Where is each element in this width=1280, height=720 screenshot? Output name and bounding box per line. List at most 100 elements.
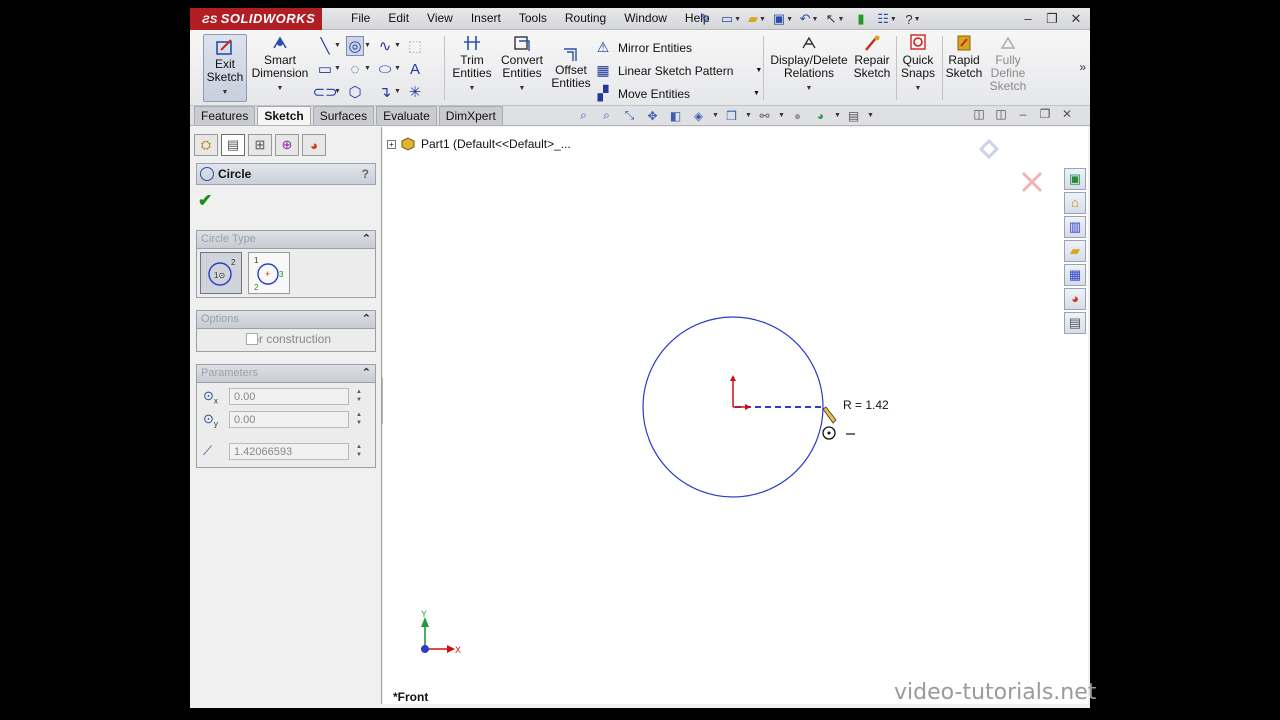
view-settings-icon[interactable]: ▤ xyxy=(844,107,863,124)
for-construction-checkbox[interactable]: For construction xyxy=(197,329,375,349)
center-circle-button[interactable]: 1⊙ 2 xyxy=(200,252,242,294)
close-icon[interactable]: ✕ xyxy=(1066,11,1086,27)
configuration-manager-tab-icon[interactable]: ⊞ xyxy=(248,134,272,156)
chevron-down-icon[interactable]: ▼ xyxy=(712,112,719,119)
hide-show-items-icon[interactable]: ⚯ xyxy=(755,107,774,124)
checkbox-box[interactable] xyxy=(246,333,258,345)
design-library-icon[interactable]: ▥ xyxy=(1064,216,1086,238)
select-arrow-icon[interactable]: ↖ ▼ xyxy=(824,10,846,28)
line-icon[interactable]: ╲ xyxy=(316,36,334,56)
undo-icon[interactable]: ↶ ▼ xyxy=(798,10,820,28)
custom-properties-icon[interactable]: ▤ xyxy=(1064,312,1086,334)
move-entities-button[interactable]: ▞ Move Entities ▼ xyxy=(594,82,762,105)
circle-tool-icon[interactable]: ◎ xyxy=(346,36,364,56)
open-folder-icon[interactable]: ▰ ▼ xyxy=(746,10,768,28)
appearances-icon[interactable]: ◕ xyxy=(1064,288,1086,310)
view-palette-icon[interactable]: ▦ xyxy=(1064,264,1086,286)
graphics-area[interactable]: + Part1 (Default<<Default>_... R = 1.42 xyxy=(383,127,1088,704)
solidworks-resources-icon[interactable]: ▣ xyxy=(1064,168,1086,190)
apply-scene-icon[interactable]: ◕ xyxy=(811,107,830,124)
smart-dimension-button[interactable]: Smart Dimension ▼ xyxy=(250,34,310,95)
pin-icon[interactable]: ✎ xyxy=(694,10,716,28)
ok-checkmark-icon[interactable]: ✔ xyxy=(198,191,212,211)
chevron-down-icon[interactable]: ▼ xyxy=(204,86,246,99)
display-manager-tab-icon[interactable]: ◕ xyxy=(302,134,326,156)
chevron-down-icon[interactable]: ▼ xyxy=(449,82,495,95)
perimeter-circle-button[interactable]: 1 3 2 + xyxy=(248,252,291,294)
minimize-icon[interactable]: – xyxy=(1018,11,1038,27)
tab-sketch[interactable]: Sketch xyxy=(257,106,311,125)
more-tools-chevron-icon[interactable]: » xyxy=(1079,60,1086,74)
zoom-to-area-icon[interactable]: ⌕ xyxy=(597,107,616,124)
doc-restore-icon[interactable]: ❐ xyxy=(1036,107,1054,123)
chevron-down-icon[interactable]: ▼ xyxy=(250,82,310,95)
fully-define-sketch-button[interactable]: Fully Define Sketch xyxy=(986,34,1030,93)
chevron-down-icon[interactable]: ▼ xyxy=(745,112,752,119)
menu-window[interactable]: Window xyxy=(615,8,676,30)
arc-icon[interactable]: ◌ xyxy=(346,59,364,79)
chevron-down-icon[interactable]: ▼ xyxy=(498,82,546,95)
tab-features[interactable]: Features xyxy=(194,106,256,125)
options-header[interactable]: Options ⌃ xyxy=(197,311,375,329)
file-explorer-icon[interactable]: ▰ xyxy=(1064,240,1086,262)
chevron-down-icon[interactable]: ▼ xyxy=(334,82,346,105)
radius-field[interactable] xyxy=(229,443,349,460)
chevron-down-icon[interactable]: ▼ xyxy=(394,82,406,105)
menu-routing[interactable]: Routing xyxy=(556,8,615,30)
pan-icon[interactable]: ✥ xyxy=(643,107,662,124)
chevron-down-icon[interactable]: ▼ xyxy=(755,67,762,74)
property-manager-tab-icon[interactable]: ▤ xyxy=(221,134,245,156)
solidworks-logo[interactable]: ƧS SOLIDWORKS xyxy=(190,8,322,30)
offset-entities-button[interactable]: Offset Entities xyxy=(548,44,594,90)
collapse-icon[interactable]: ⌃ xyxy=(362,311,371,328)
home-icon[interactable]: ⌂ xyxy=(1064,192,1086,214)
display-style-icon[interactable]: ❒ xyxy=(722,107,741,124)
rebuild-icon[interactable]: ▮ xyxy=(850,10,872,28)
chevron-down-icon[interactable]: ▼ xyxy=(364,36,376,59)
center-x-field[interactable] xyxy=(229,388,349,405)
convert-entities-button[interactable]: Convert Entities ▼ xyxy=(498,34,546,95)
circle-type-header[interactable]: Circle Type ⌃ xyxy=(197,231,375,249)
chevron-down-icon[interactable]: ▼ xyxy=(364,59,376,82)
linear-sketch-pattern-button[interactable]: ▦ Linear Sketch Pattern ▼ xyxy=(594,59,762,82)
menu-insert[interactable]: Insert xyxy=(462,8,510,30)
exit-sketch-button[interactable]: Exit Sketch ▼ xyxy=(203,34,247,102)
feature-manager-tab-icon[interactable]: ⛭ xyxy=(194,134,218,156)
chevron-down-icon[interactable]: ▼ xyxy=(867,112,874,119)
new-document-icon[interactable]: ▭ ▼ xyxy=(720,10,742,28)
view-orientation-icon[interactable]: ◈ xyxy=(689,107,708,124)
sketch-canvas[interactable]: R = 1.42 Y X xyxy=(383,127,1088,704)
radius-spinner[interactable]: ▲ ▼ xyxy=(353,443,365,460)
chevron-down-icon[interactable]: ▼ xyxy=(334,59,346,82)
quick-snaps-button[interactable]: Quick Snaps ▼ xyxy=(900,34,936,95)
polygon-icon[interactable]: ⬡ xyxy=(346,82,364,102)
rapid-sketch-button[interactable]: Rapid Sketch xyxy=(945,34,983,80)
menu-file[interactable]: File xyxy=(342,8,379,30)
chevron-down-icon[interactable]: ▼ xyxy=(334,36,346,59)
center-x-spinner[interactable]: ▲ ▼ xyxy=(353,388,365,405)
point-icon[interactable]: ✳ xyxy=(406,82,424,102)
tab-surfaces[interactable]: Surfaces xyxy=(312,106,375,125)
chevron-down-icon[interactable]: ▼ xyxy=(768,82,850,95)
cancel-corner-icon[interactable] xyxy=(1021,171,1043,193)
collapse-icon[interactable]: ⌃ xyxy=(362,231,371,248)
text-icon[interactable]: A xyxy=(406,59,424,79)
edit-appearance-icon[interactable]: ● xyxy=(788,107,807,124)
collapse-icon[interactable]: ⌃ xyxy=(362,365,371,382)
dimxpert-manager-tab-icon[interactable]: ⊕ xyxy=(275,134,299,156)
zoom-to-fit-icon[interactable]: ⌕ xyxy=(574,107,593,124)
tab-evaluate[interactable]: Evaluate xyxy=(376,106,437,125)
menu-view[interactable]: View xyxy=(418,8,462,30)
rectangle-icon[interactable]: ▭ xyxy=(316,59,334,79)
ellipse-icon[interactable]: ⬭ xyxy=(376,59,394,79)
center-y-field[interactable] xyxy=(229,411,349,428)
menu-tools[interactable]: Tools xyxy=(510,8,556,30)
doc-minimize-icon[interactable]: – xyxy=(1014,107,1032,123)
chevron-down-icon[interactable]: ▼ xyxy=(394,59,406,82)
previous-view-icon[interactable]: ⤡ xyxy=(620,107,639,124)
parameters-header[interactable]: Parameters ⌃ xyxy=(197,365,375,383)
chevron-down-icon[interactable]: ▼ xyxy=(834,112,841,119)
plane-icon[interactable]: ⬚ xyxy=(406,36,424,56)
menu-edit[interactable]: Edit xyxy=(379,8,418,30)
help-icon[interactable]: ? ▼ xyxy=(902,10,924,28)
